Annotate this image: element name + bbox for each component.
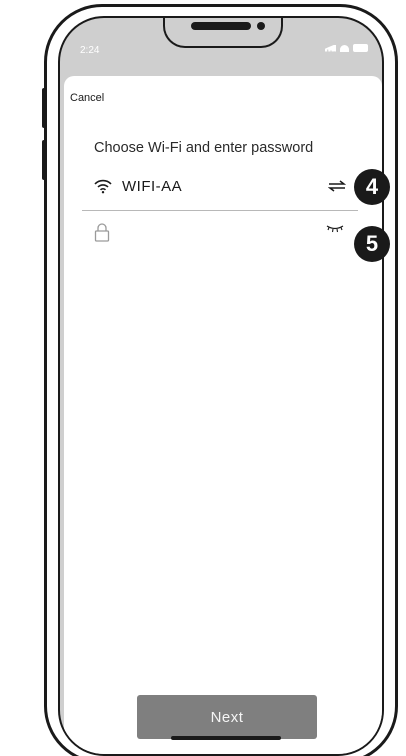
cancel-button[interactable]: Cancel — [70, 92, 104, 104]
home-indicator — [171, 736, 281, 740]
lock-icon — [94, 223, 110, 242]
wifi-network-row[interactable]: WIFI-AA — [82, 170, 358, 211]
swap-icon[interactable] — [328, 180, 346, 192]
page-title: Choose Wi-Fi and enter password — [94, 140, 314, 156]
eye-closed-icon[interactable] — [326, 224, 344, 234]
callout-badge-5: 5 — [354, 226, 390, 262]
battery-icon — [353, 44, 368, 52]
wifi-network-name: WIFI-AA — [122, 178, 183, 195]
next-button[interactable]: Next — [137, 695, 317, 739]
front-camera — [257, 22, 265, 30]
wifi-setup-sheet: Cancel Choose Wi-Fi and enter password W… — [64, 76, 382, 754]
callout-badge-4: 4 — [354, 169, 390, 205]
screenshot-stage: 2:24 Cancel Choose Wi-Fi and enter passw… — [0, 0, 406, 756]
password-row — [82, 222, 358, 262]
phone-screen: 2:24 Cancel Choose Wi-Fi and enter passw… — [58, 16, 384, 756]
wifi-icon — [94, 179, 112, 194]
password-input[interactable] — [122, 222, 312, 244]
phone-notch — [163, 18, 283, 48]
status-icons — [325, 44, 368, 52]
status-time: 2:24 — [80, 45, 100, 56]
wifi-status-icon — [340, 44, 349, 52]
speaker-grille — [191, 22, 251, 30]
cellular-signal-icon — [325, 44, 336, 52]
